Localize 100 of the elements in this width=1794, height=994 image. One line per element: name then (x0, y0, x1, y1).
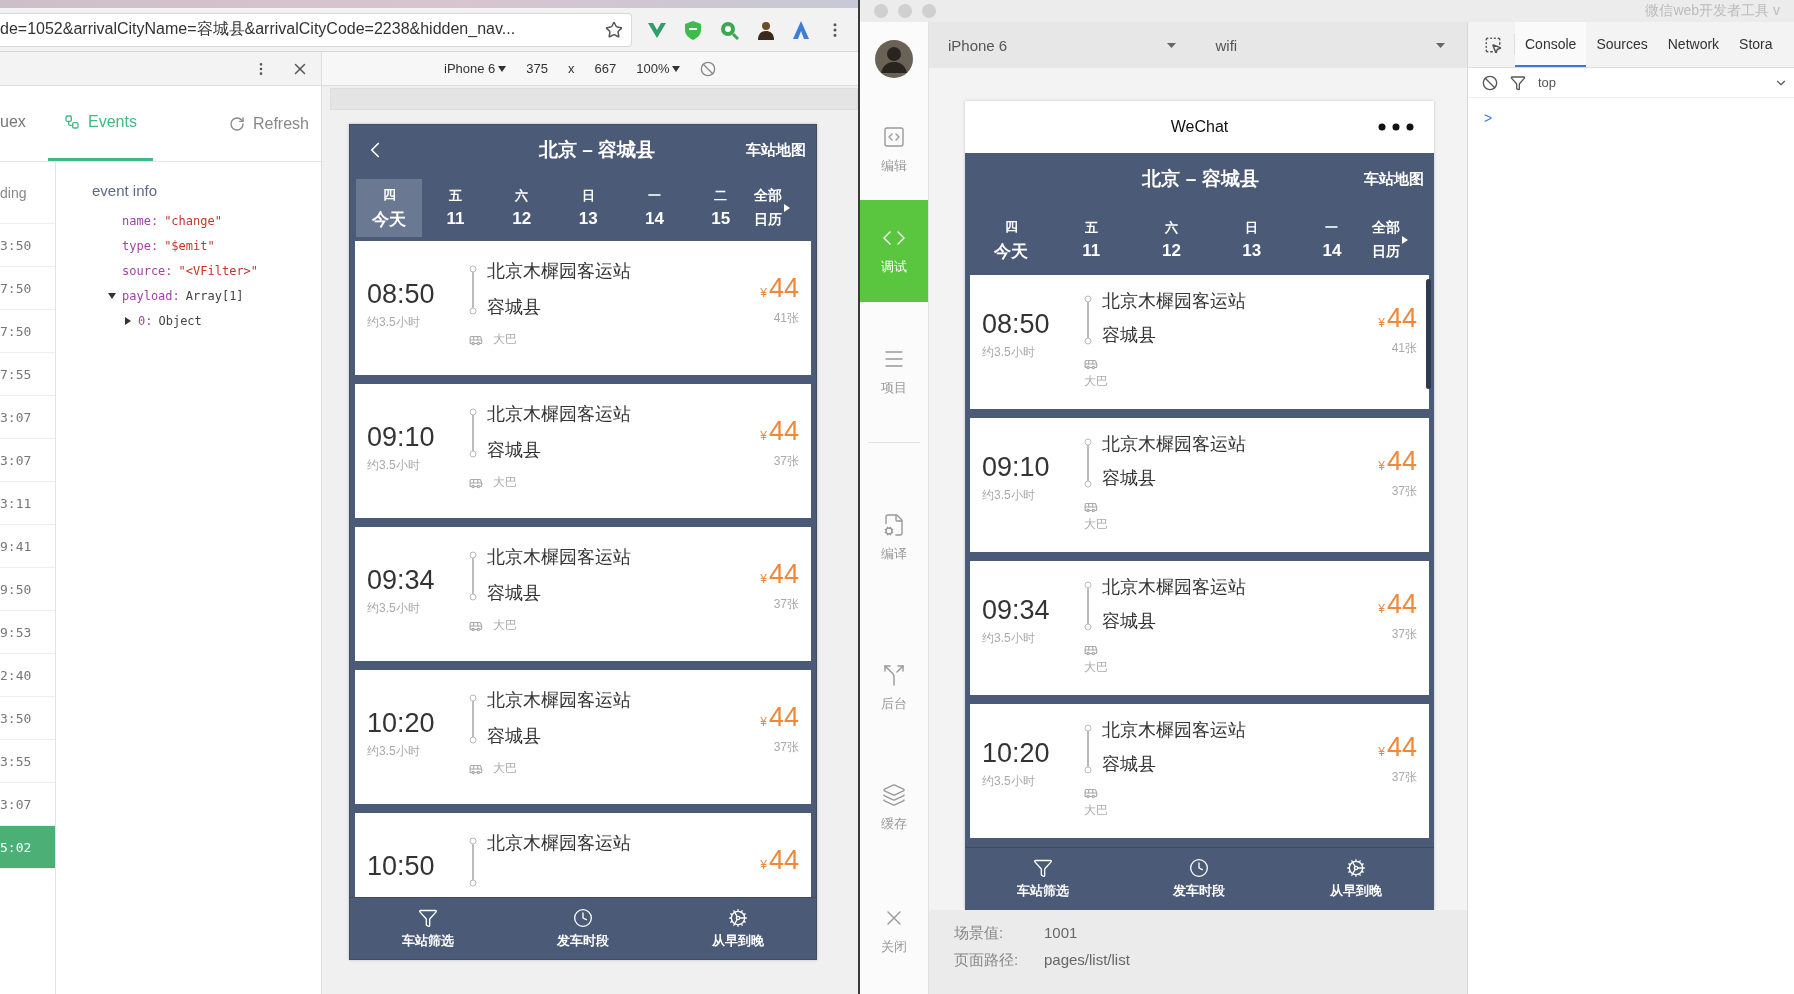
event-row[interactable]: 7:55 (0, 353, 55, 396)
date-tab[interactable]: 六 12 (488, 179, 555, 237)
layers-icon (882, 783, 906, 807)
departure-time: 08:50 (367, 279, 436, 310)
seats-left: 37张 (773, 596, 799, 613)
route-line-icon (1084, 724, 1092, 774)
departure-station: 北京木樨园客运站 (1102, 433, 1246, 456)
calendar-button[interactable]: 全部 日历 (753, 179, 810, 237)
trip-card[interactable]: 09:34 约3.5小时 北京木樨园客运站 容城县 大巴 ¥44 37张 (355, 527, 811, 661)
context-select[interactable]: top (1538, 75, 1762, 90)
network-select[interactable]: wifi (1187, 36, 1457, 54)
tabbar-item[interactable]: 发车时段 (505, 898, 661, 959)
date-tab[interactable]: 六 12 (1131, 211, 1212, 269)
caret-icon (1166, 42, 1176, 48)
departure-station: 北京木樨园客运站 (487, 832, 631, 855)
event-row[interactable]: 3:07 (0, 396, 55, 439)
inspect-icon[interactable] (1484, 35, 1502, 54)
departure-time: 09:34 (982, 595, 1051, 626)
date-tab[interactable]: 五 11 (422, 179, 489, 237)
more-icon[interactable] (1378, 123, 1414, 131)
ticket-price: ¥44 (1378, 732, 1417, 763)
date-tab[interactable]: 一 14 (1291, 211, 1372, 269)
console-prompt[interactable]: > (1468, 98, 1794, 126)
departure-time: 10:20 (982, 738, 1051, 769)
filter-icon[interactable] (1510, 74, 1526, 91)
event-row[interactable]: 3:50 (0, 697, 55, 740)
tabbar-item[interactable]: 车站筛选 (965, 848, 1122, 910)
property-key: type: (122, 238, 159, 253)
date-tab[interactable]: 日 13 (555, 179, 622, 237)
split-icon (882, 663, 906, 687)
trip-card[interactable]: 09:34 约3.5小时 北京木樨园客运站 容城县 大巴 ¥44 37张 (970, 561, 1429, 695)
event-row[interactable]: 3:07 (0, 439, 55, 482)
avatar[interactable] (875, 40, 913, 78)
width-value[interactable]: 375 (526, 61, 549, 76)
event-row[interactable]: 3:11 (0, 482, 55, 525)
tabbar-item[interactable]: 车站筛选 (350, 898, 506, 959)
device-select[interactable]: iPhone 6 (948, 36, 1188, 54)
clock-icon (1189, 858, 1210, 878)
devtools-tab[interactable]: Console (1515, 22, 1587, 67)
devtools-tab[interactable]: Sources (1586, 22, 1658, 67)
refresh-button[interactable]: Refresh (216, 86, 321, 161)
tabbar-item[interactable]: 从早到晚 (1277, 848, 1434, 910)
route-line-icon (469, 408, 477, 458)
route-line-icon (469, 551, 477, 601)
event-row[interactable]: 7:50 (0, 267, 55, 310)
trip-card[interactable]: 08:50 约3.5小时 北京木樨园客运站 容城县 大巴 ¥44 41张 (970, 275, 1429, 409)
calendar-button[interactable]: 全部 日历 (1372, 211, 1428, 269)
expand-toggle-icon[interactable] (124, 316, 132, 325)
trip-card[interactable]: 10:50 北京木樨园客运站 ¥44 (355, 813, 811, 897)
duration: 约3.5小时 (982, 630, 1036, 647)
header-title: WeChat (1170, 118, 1229, 136)
filter-icon (1033, 858, 1054, 878)
date-tab[interactable]: 四 今天 (356, 179, 423, 237)
trip-card[interactable]: 09:10 约3.5小时 北京木樨园客运站 容城县 大巴 ¥44 37张 (355, 384, 811, 518)
seats-left: 41张 (773, 310, 799, 327)
trip-card[interactable]: 10:20 约3.5小时 北京木樨园客运站 容城县 大巴 ¥44 37张 (355, 670, 811, 804)
route-line-icon (469, 694, 477, 744)
duration: 约3.5小时 (982, 344, 1036, 361)
event-row[interactable]: 3:50 (0, 224, 55, 267)
event-row[interactable]: 9:41 (0, 525, 55, 568)
scrollbar[interactable] (1426, 279, 1431, 389)
departure-station: 北京木樨园客运站 (487, 689, 631, 712)
property-key: payload: (122, 288, 180, 303)
departure-time: 09:10 (982, 452, 1051, 483)
station-map-link[interactable]: 车站地图 (1364, 169, 1424, 189)
devtools-tab[interactable]: Network (1657, 22, 1730, 67)
height-value[interactable]: 667 (594, 61, 617, 76)
event-row[interactable]: 9:53 (0, 611, 55, 654)
event-row[interactable]: 3:55 (0, 740, 55, 783)
property-value: "change" (164, 213, 222, 228)
station-map-link[interactable]: 车站地图 (746, 140, 806, 160)
arrival-station: 容城县 (487, 439, 542, 462)
trip-card[interactable]: 08:50 约3.5小时 北京木樨园客运站 容城县 大巴 ¥44 41张 (355, 241, 811, 375)
trip-card[interactable]: 10:20 约3.5小时 北京木樨园客运站 容城县 大巴 ¥44 37张 (970, 704, 1429, 838)
clear-icon[interactable] (1482, 74, 1498, 91)
departure-station: 北京木樨园客运站 (1102, 719, 1246, 742)
event-row[interactable]: 2:40 (0, 654, 55, 697)
expand-toggle-icon[interactable] (108, 291, 116, 300)
device-select[interactable]: iPhone 6 (444, 61, 507, 76)
star-icon[interactable] (605, 20, 623, 39)
vehicle-type: 大巴 (493, 617, 517, 634)
tabbar-item[interactable]: 发车时段 (1121, 848, 1278, 910)
seats-left: 37张 (773, 453, 799, 470)
devtools-tab[interactable]: Stora (1729, 22, 1783, 67)
zoom-select[interactable]: 100% (636, 61, 681, 76)
trip-card[interactable]: 09:10 约3.5小时 北京木樨园客运站 容城县 大巴 ¥44 37张 (970, 418, 1429, 552)
address-bar[interactable]: de=1052&arrivalCityName=容城县&arrivalCityCode=2238&hidden_nav... (0, 12, 632, 47)
date-tab[interactable]: 一 14 (621, 179, 688, 237)
tabbar-item[interactable]: 从早到晚 (660, 898, 816, 959)
seats-left: 37张 (773, 739, 799, 756)
event-row[interactable]: 9:50 (0, 568, 55, 611)
route-line-icon (1084, 581, 1092, 631)
bus-icon (1084, 786, 1098, 800)
route-line-icon (1084, 295, 1092, 345)
date-tab[interactable]: 二 15 (687, 179, 754, 237)
date-tab[interactable]: 五 11 (1051, 211, 1132, 269)
event-row[interactable]: 7:50 (0, 310, 55, 353)
date-tab[interactable]: 日 13 (1211, 211, 1292, 269)
date-tab[interactable]: 四 今天 (971, 211, 1052, 269)
devtools-tab[interactable]: uex (0, 86, 48, 161)
